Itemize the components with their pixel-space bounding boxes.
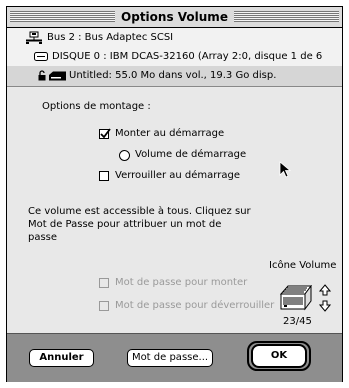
bus-label: Bus 2 : Bus Adaptec SCSI	[47, 32, 174, 43]
options-panel: Options de montage : Monter au démarrage…	[7, 88, 342, 333]
volume-icon-stepper[interactable]	[319, 284, 331, 312]
arrow-up-icon	[319, 284, 331, 296]
button-bar: Annuler Mot de passe... OK	[7, 333, 342, 382]
volume-options-window: Options Volume Bus 2 : Bus Adaptec SCSI …	[6, 6, 343, 382]
volume-row[interactable]: Untitled: 55.0 Mo dans vol., 19.3 Go dis…	[7, 66, 342, 87]
unlock-password-checkbox[interactable]	[99, 301, 109, 311]
checkmark-icon	[100, 128, 111, 139]
ok-button[interactable]: OK	[251, 344, 307, 368]
volume-icon-counter: 23/45	[283, 316, 312, 327]
lock-at-startup-label[interactable]: Verrouiller au démarrage	[115, 170, 240, 181]
hard-drive-volume-icon[interactable]	[279, 285, 313, 311]
disk-drive-icon	[34, 52, 48, 61]
title-bar[interactable]: Options Volume	[7, 7, 342, 28]
info-line-3: passe	[28, 232, 58, 243]
info-line-2: Mot de Passe pour attribuer un mot de	[28, 219, 222, 230]
mount-password-checkbox[interactable]	[99, 278, 109, 288]
cancel-button[interactable]: Annuler	[29, 349, 94, 367]
unlocked-padlock-icon	[38, 70, 46, 81]
mount-at-startup-label[interactable]: Monter au démarrage	[115, 128, 224, 139]
lock-at-startup-checkbox[interactable]	[99, 171, 109, 181]
volume-icon	[49, 71, 66, 81]
volume-icon-label: Icône Volume	[269, 260, 337, 271]
scsi-bus-icon	[26, 31, 42, 44]
mount-options-heading: Options de montage :	[42, 101, 151, 112]
bus-row: Bus 2 : Bus Adaptec SCSI	[7, 28, 342, 47]
info-line-1: Ce volume est accessible à tous. Cliquez…	[28, 206, 251, 217]
startup-volume-radio[interactable]	[119, 150, 130, 161]
disk-row: DISQUE 0 : IBM DCAS-32160 (Array 2:0, di…	[7, 47, 342, 66]
mount-password-label[interactable]: Mot de passe pour monter	[115, 277, 247, 288]
startup-volume-label[interactable]: Volume de démarrage	[135, 149, 246, 160]
password-button[interactable]: Mot de passe...	[127, 349, 213, 367]
arrow-down-icon	[319, 300, 331, 312]
mount-at-startup-checkbox[interactable]	[99, 128, 111, 139]
volume-label: Untitled: 55.0 Mo dans vol., 19.3 Go dis…	[69, 70, 277, 81]
disk-label: DISQUE 0 : IBM DCAS-32160 (Array 2:0, di…	[52, 51, 323, 62]
mouse-pointer-icon	[279, 161, 292, 178]
window-title: Options Volume	[115, 9, 234, 25]
unlock-password-label[interactable]: Mot de passe pour déverrouiller	[115, 300, 274, 311]
